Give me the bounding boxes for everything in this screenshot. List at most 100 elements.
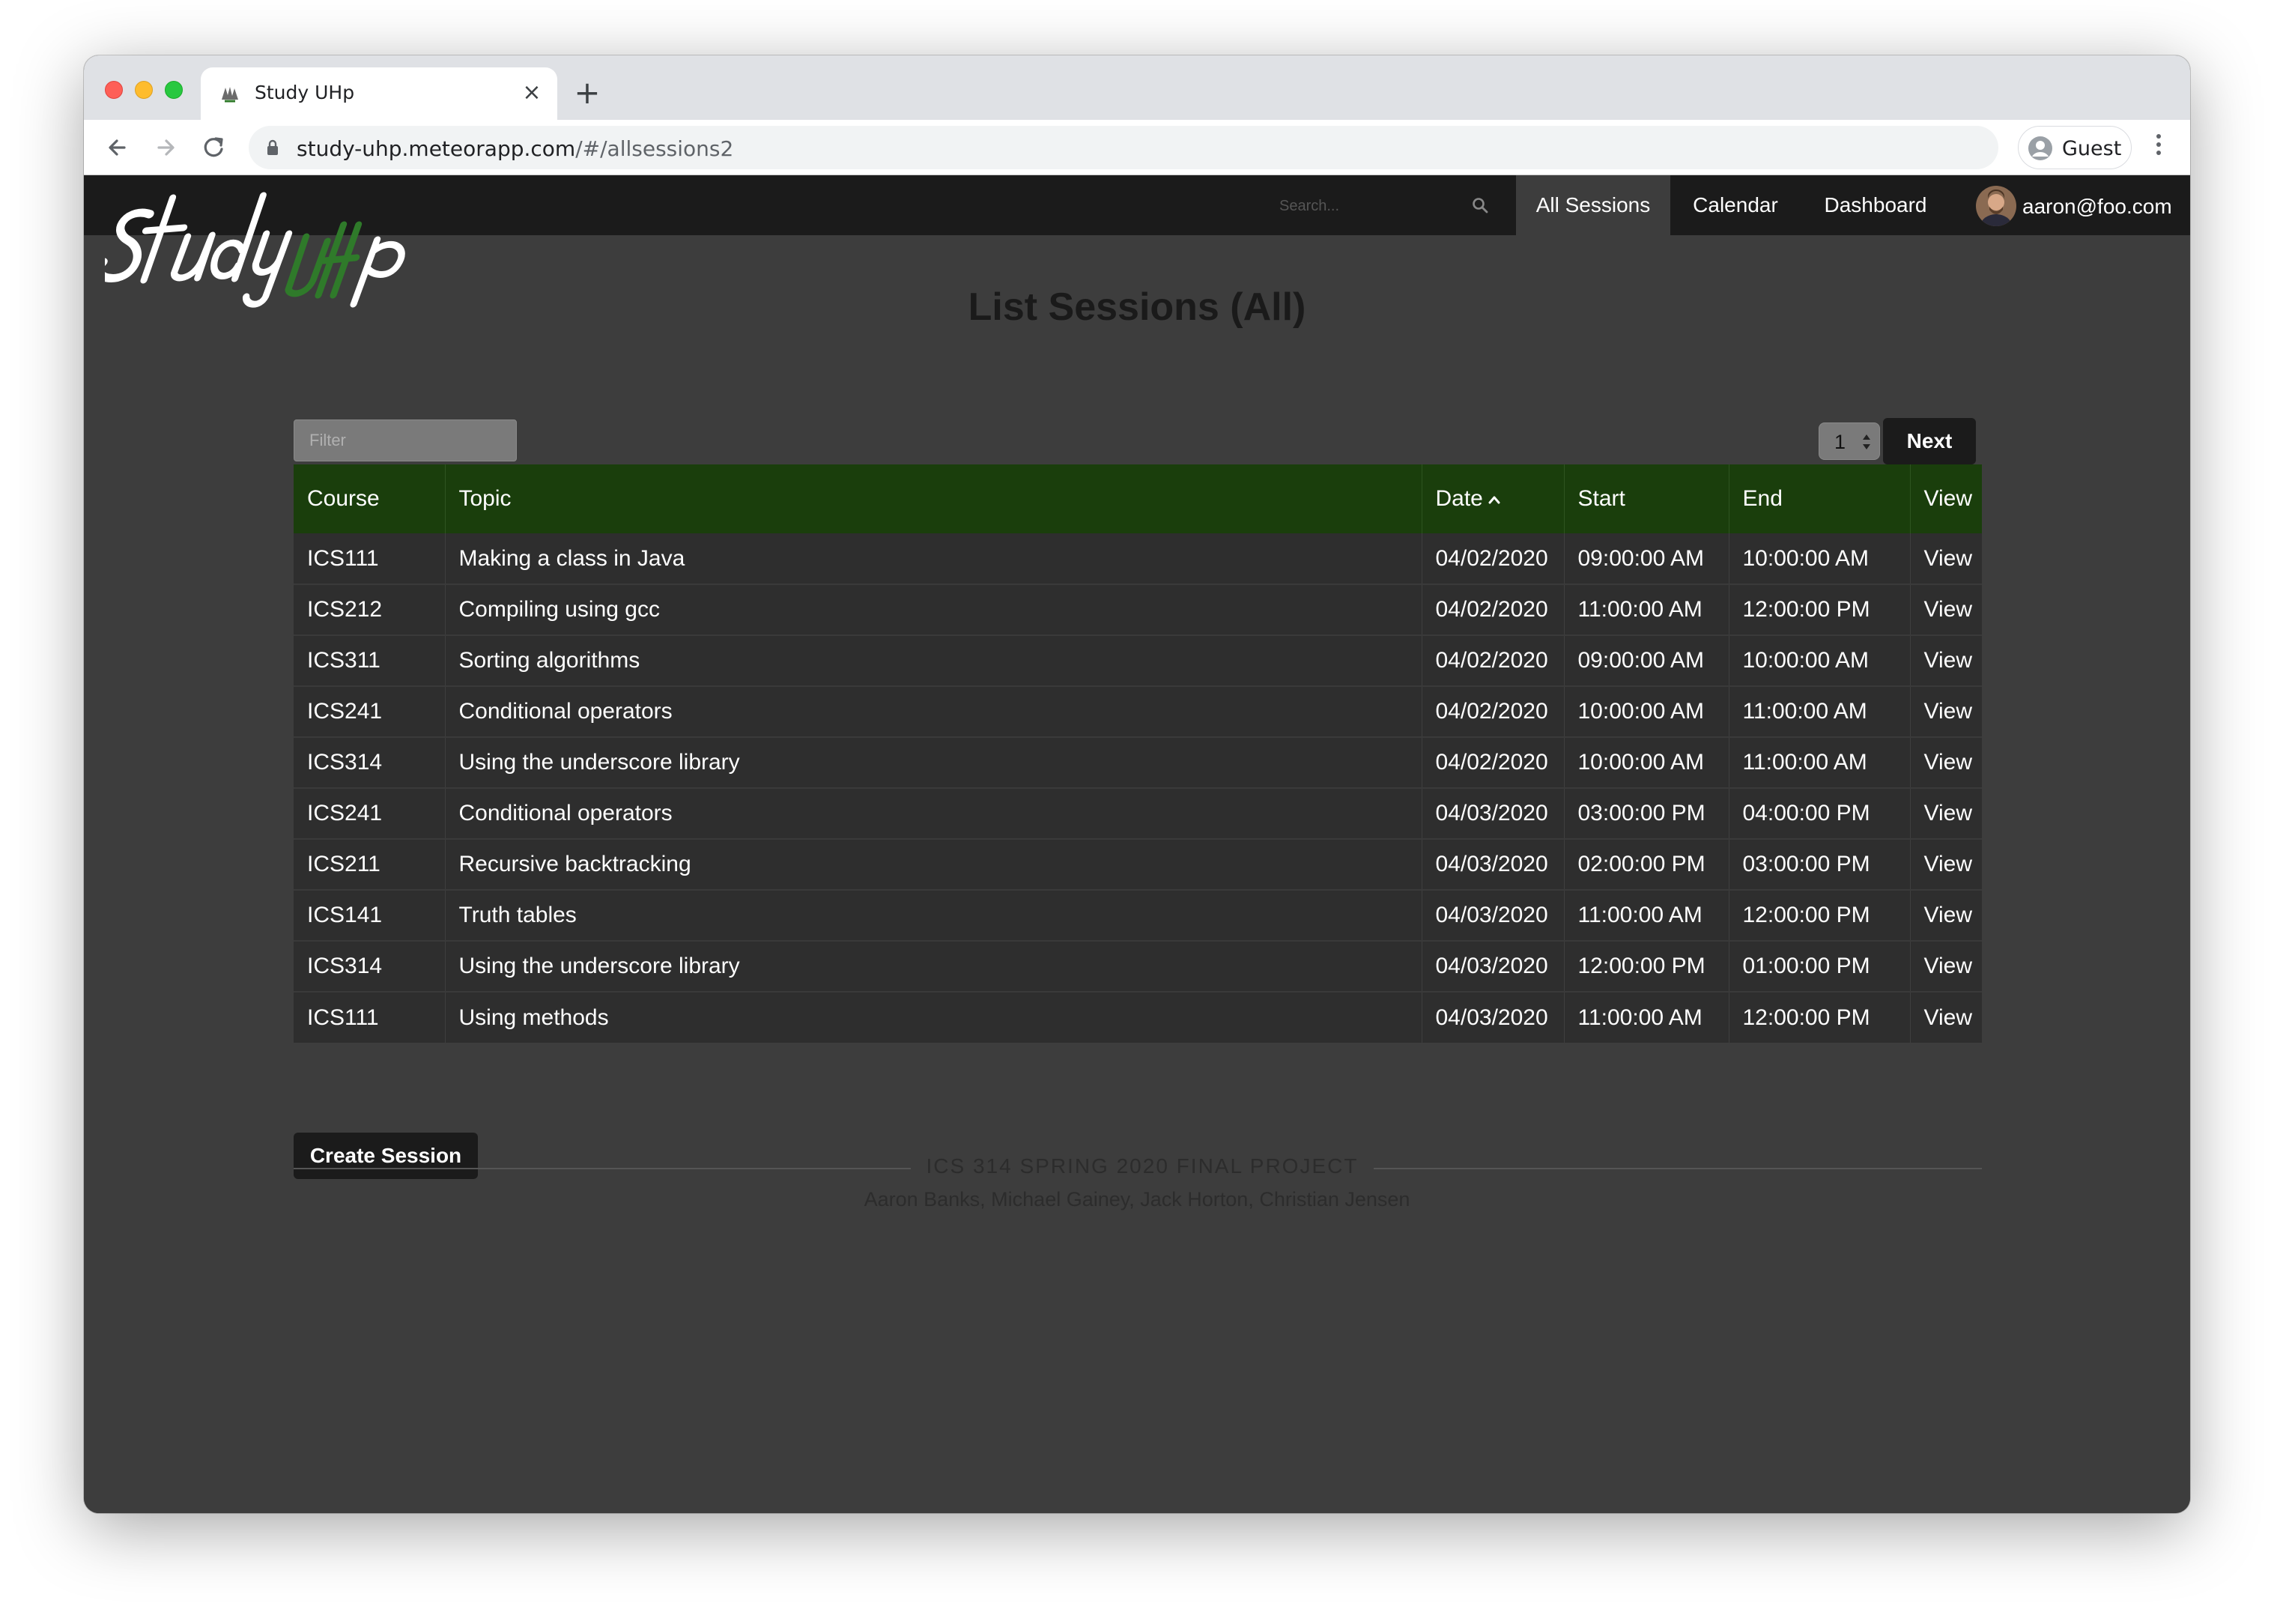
view-link[interactable]: View [1910, 533, 1982, 584]
lock-icon [267, 139, 278, 155]
cell-course: ICS241 [294, 787, 446, 839]
close-tab-icon[interactable]: × [518, 79, 545, 106]
cell-date: 04/03/2020 [1422, 991, 1565, 1043]
cell-course: ICS212 [294, 584, 446, 635]
cell-end: 01:00:00 PM [1729, 940, 1911, 992]
page-content: All Sessions Calendar Dashboard aaron@fo… [84, 175, 2190, 1513]
close-window-button[interactable] [105, 81, 123, 99]
cell-topic: Conditional operators [445, 787, 1422, 839]
column-header-view[interactable]: View [1910, 464, 1982, 533]
cell-date: 04/03/2020 [1422, 838, 1565, 890]
cell-course: ICS314 [294, 940, 446, 992]
browser-window: Study UHp × + study-uhp.meteorapp.com/#/… [84, 55, 2190, 1513]
column-header-date[interactable]: Date [1422, 464, 1565, 533]
table-row: ICS141 Truth tables 04/03/2020 11:00:00 … [294, 889, 1982, 941]
cell-date: 04/02/2020 [1422, 634, 1565, 686]
cell-end: 10:00:00 AM [1729, 533, 1911, 584]
tab-strip: Study UHp × + [84, 55, 2190, 120]
table-row: ICS241 Conditional operators 04/02/2020 … [294, 685, 1982, 737]
cell-start: 11:00:00 AM [1564, 991, 1729, 1043]
cell-end: 12:00:00 PM [1729, 889, 1911, 941]
cell-course: ICS141 [294, 889, 446, 941]
column-header-end[interactable]: End [1729, 464, 1911, 533]
filter-input[interactable] [294, 419, 517, 461]
new-tab-button[interactable]: + [572, 77, 602, 109]
cell-start: 10:00:00 AM [1564, 736, 1729, 788]
column-header-start[interactable]: Start [1564, 464, 1729, 533]
cell-end: 12:00:00 PM [1729, 991, 1911, 1043]
cell-end: 11:00:00 AM [1729, 736, 1911, 788]
cell-topic: Making a class in Java [445, 533, 1422, 584]
cell-end: 11:00:00 AM [1729, 685, 1911, 737]
study-uhp-logo[interactable] [105, 184, 434, 312]
reload-icon[interactable] [198, 132, 229, 163]
browser-toolbar: study-uhp.meteorapp.com/#/allsessions2 G… [84, 120, 2190, 175]
arrow-left-icon[interactable] [102, 132, 133, 163]
cell-course: ICS241 [294, 685, 446, 737]
cell-start: 03:00:00 PM [1564, 787, 1729, 839]
cell-course: ICS311 [294, 634, 446, 686]
view-link[interactable]: View [1910, 685, 1982, 737]
table-row: ICS212 Compiling using gcc 04/02/2020 11… [294, 584, 1982, 635]
view-link[interactable]: View [1910, 940, 1982, 992]
tab-title: Study UHp [255, 82, 355, 103]
user-menu[interactable]: aaron@foo.com [1976, 183, 2178, 228]
view-link[interactable]: View [1910, 991, 1982, 1043]
kebab-menu-icon[interactable] [2151, 130, 2166, 165]
create-session-button[interactable]: Create Session [294, 1133, 478, 1179]
cell-end: 12:00:00 PM [1729, 584, 1911, 635]
table-row: ICS311 Sorting algorithms 04/02/2020 09:… [294, 634, 1982, 686]
cell-date: 04/03/2020 [1422, 889, 1565, 941]
url-host: study-uhp.meteorapp.com [297, 136, 576, 161]
maximize-window-button[interactable] [165, 81, 183, 99]
search-icon[interactable] [1471, 196, 1489, 214]
caret-up-icon [1488, 496, 1500, 504]
cell-topic: Using methods [445, 991, 1422, 1043]
view-link[interactable]: View [1910, 736, 1982, 788]
view-link[interactable]: View [1910, 634, 1982, 686]
cell-date: 04/03/2020 [1422, 940, 1565, 992]
cell-course: ICS314 [294, 736, 446, 788]
column-header-course[interactable]: Course [294, 464, 446, 533]
nav-all-sessions[interactable]: All Sessions [1516, 175, 1670, 235]
cell-start: 11:00:00 AM [1564, 584, 1729, 635]
column-header-date-label: Date [1435, 486, 1483, 511]
cell-topic: Using the underscore library [445, 736, 1422, 788]
minimize-window-button[interactable] [135, 81, 153, 99]
cell-date: 04/03/2020 [1422, 787, 1565, 839]
cell-date: 04/02/2020 [1422, 533, 1565, 584]
table-body: ICS111 Making a class in Java 04/02/2020… [294, 533, 1982, 1043]
cell-course: ICS111 [294, 533, 446, 584]
table-row: ICS211 Recursive backtracking 04/03/2020… [294, 838, 1982, 890]
stepper-arrows-icon[interactable] [1861, 432, 1872, 452]
arrow-right-icon[interactable] [150, 132, 181, 163]
favicon-icon [222, 87, 238, 103]
address-bar[interactable]: study-uhp.meteorapp.com/#/allsessions2 [249, 126, 1998, 169]
sessions-table: Course Topic Date Start End View ICS111 … [294, 464, 1982, 1043]
footer-title: ICS 314 SPRING 2020 FINAL PROJECT [926, 1154, 1359, 1178]
column-header-topic[interactable]: Topic [445, 464, 1422, 533]
cell-start: 10:00:00 AM [1564, 685, 1729, 737]
table-row: ICS314 Using the underscore library 04/0… [294, 736, 1982, 788]
profile-button[interactable]: Guest [2018, 126, 2132, 169]
cell-date: 04/02/2020 [1422, 584, 1565, 635]
user-email: aaron@foo.com [2022, 195, 2172, 218]
cell-course: ICS211 [294, 838, 446, 890]
view-link[interactable]: View [1910, 584, 1982, 635]
nav-dashboard[interactable]: Dashboard [1801, 175, 1950, 235]
cell-topic: Conditional operators [445, 685, 1422, 737]
view-link[interactable]: View [1910, 838, 1982, 890]
cell-start: 09:00:00 AM [1564, 634, 1729, 686]
table-row: ICS111 Making a class in Java 04/02/2020… [294, 533, 1982, 584]
browser-tab[interactable]: Study UHp × [201, 67, 557, 120]
cell-course: ICS111 [294, 991, 446, 1043]
table-header-row: Course Topic Date Start End View [294, 464, 1982, 533]
next-page-button[interactable]: Next [1883, 418, 1976, 464]
nav-calendar[interactable]: Calendar [1670, 175, 1801, 235]
cell-start: 09:00:00 AM [1564, 533, 1729, 584]
cell-start: 02:00:00 PM [1564, 838, 1729, 890]
view-link[interactable]: View [1910, 889, 1982, 941]
view-link[interactable]: View [1910, 787, 1982, 839]
table-row: ICS314 Using the underscore library 04/0… [294, 940, 1982, 992]
page-number-stepper[interactable]: 1 [1819, 422, 1880, 460]
